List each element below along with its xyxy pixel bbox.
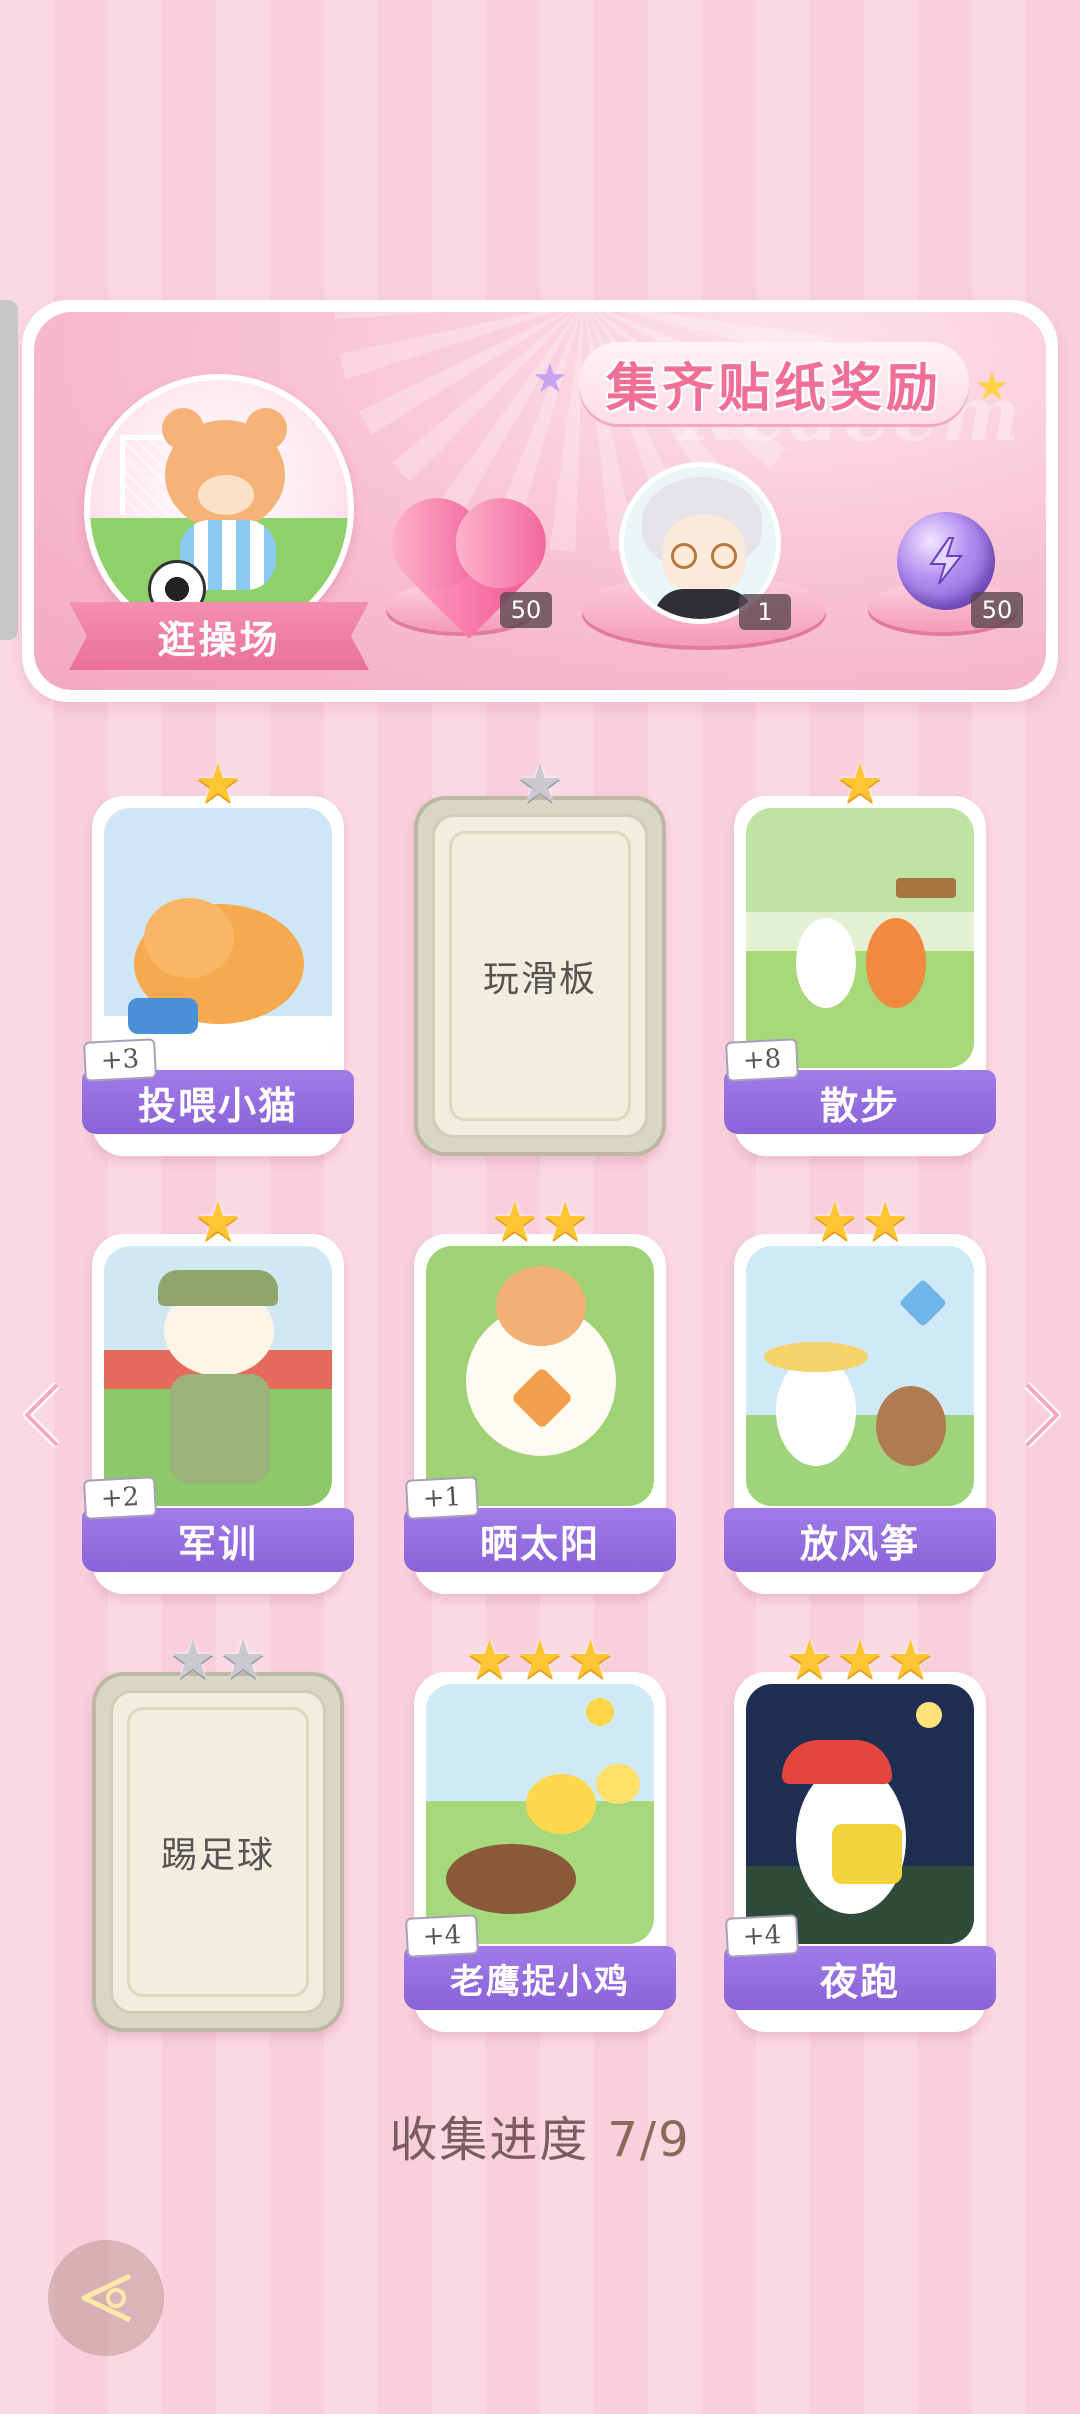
sparkle-star-icon: ★ — [974, 364, 1010, 410]
star-icon: ★ — [785, 1628, 834, 1691]
sticker-label: 放风筝 — [724, 1508, 996, 1572]
collection-reward-banner: Redeem ★ 集齐贴纸奖励 ★ 逛操场 50 — [22, 300, 1058, 702]
progress-value: 7/9 — [607, 2112, 691, 2168]
chick-icon — [526, 1774, 596, 1834]
sticker-label: 玩滑板 — [482, 959, 597, 1000]
star-icon: ★ — [490, 1190, 539, 1253]
sticker-card[interactable]: ★ +3 投喂小猫 — [82, 756, 354, 1156]
star-icon: ★ — [886, 1628, 935, 1691]
star-rating: ★ ★ — [734, 1194, 986, 1250]
star-icon: ★ — [193, 1190, 243, 1253]
star-icon: ★ — [835, 1628, 885, 1691]
eagle-icon — [446, 1844, 576, 1914]
sun-hat-icon — [764, 1342, 868, 1372]
sticker-card[interactable]: ★ ★ ★ +4 老鹰捉小鸡 — [404, 1632, 676, 2032]
star-icon: ★ — [168, 1628, 217, 1691]
star-rating: ★ — [92, 1194, 344, 1250]
sticker-art-walk — [746, 808, 974, 1068]
reward-character-avatar[interactable]: 1 — [619, 462, 819, 642]
sticker-bonus: +1 — [405, 1476, 479, 1520]
side-drawer-handle[interactable] — [0, 300, 18, 640]
star-rating: ★ ★ — [92, 1632, 344, 1688]
food-bowl-icon — [128, 998, 198, 1034]
bench-icon — [896, 878, 956, 898]
sticker-art-kite — [746, 1246, 974, 1506]
sticker-art-cat-eating — [104, 808, 332, 1068]
red-cap-icon — [782, 1740, 892, 1784]
star-rating: ★ ★ ★ — [734, 1632, 986, 1688]
star-rating: ★ — [734, 756, 986, 812]
military-cap-icon — [158, 1270, 278, 1306]
sticker-card[interactable]: ★ ★ ★ +4 夜跑 — [724, 1632, 996, 2032]
star-icon: ★ — [515, 752, 565, 815]
star-rating: ★ — [92, 756, 344, 812]
kite-icon — [898, 1278, 948, 1328]
sticker-bonus: +3 — [83, 1038, 157, 1082]
star-rating: ★ — [414, 756, 666, 812]
rabbit-icon — [776, 1356, 856, 1466]
sticker-card-locked[interactable]: ★ ★ 踢足球 — [92, 1632, 344, 2032]
glasses-icon — [664, 543, 744, 569]
reward-count: 1 — [739, 594, 791, 630]
reward-energy-orb[interactable]: 50 — [889, 512, 1023, 628]
star-icon: ★ — [541, 1190, 590, 1253]
sticker-label: 踢足球 — [160, 1835, 275, 1876]
fox-icon — [866, 918, 926, 1008]
sticker-card-locked[interactable]: ★ 玩滑板 — [414, 756, 666, 1156]
star-rating: ★ ★ — [414, 1194, 666, 1250]
banner-title: 集齐贴纸奖励 — [579, 342, 969, 424]
star-icon: ★ — [835, 752, 885, 815]
star-icon: ★ — [515, 1628, 565, 1691]
previous-page-arrow[interactable] — [14, 1375, 70, 1455]
progress-label: 收集进度 — [389, 2112, 590, 2168]
star-icon: ★ — [193, 752, 243, 815]
star-icon: ★ — [810, 1190, 859, 1253]
sticker-art-sunbathing-cat — [426, 1246, 654, 1506]
sticker-art-night-run — [746, 1684, 974, 1944]
rabbit-icon — [796, 918, 856, 1008]
location-ribbon[interactable]: 逛操场 — [69, 602, 369, 670]
star-rating: ★ ★ ★ — [414, 1632, 666, 1688]
reward-count: 50 — [500, 592, 552, 628]
back-arrow-icon — [81, 2273, 132, 2323]
reward-heart-gem[interactable]: 50 — [404, 511, 552, 639]
moon-icon — [916, 1702, 942, 1728]
back-button[interactable] — [48, 2240, 164, 2356]
sparkle-star-icon: ★ — [532, 356, 568, 402]
star-icon: ★ — [219, 1628, 268, 1691]
sun-icon — [586, 1698, 614, 1726]
sticker-bonus: +4 — [725, 1914, 799, 1958]
star-icon: ★ — [861, 1190, 910, 1253]
location-label: 逛操场 — [157, 617, 281, 662]
sticker-card[interactable]: ★ +2 军训 — [82, 1194, 354, 1594]
reward-count: 50 — [971, 592, 1023, 628]
sticker-art-military-cat — [104, 1246, 332, 1506]
jersey-icon — [832, 1824, 902, 1884]
dog-icon — [876, 1386, 946, 1466]
sticker-bonus: +4 — [405, 1914, 479, 1958]
sticker-bonus: +2 — [83, 1476, 157, 1520]
banner-background: Redeem ★ 集齐贴纸奖励 ★ 逛操场 50 — [34, 312, 1046, 690]
sticker-bonus: +8 — [725, 1038, 799, 1082]
sticker-card[interactable]: ★ ★ 放风筝 — [724, 1194, 996, 1594]
sticker-card[interactable]: ★ +8 散步 — [724, 756, 996, 1156]
star-icon: ★ — [566, 1628, 615, 1691]
sticker-art-eagle-chicks — [426, 1684, 654, 1944]
sticker-card[interactable]: ★ ★ +1 晒太阳 — [404, 1194, 676, 1594]
collection-progress: 收集进度 7/9 — [0, 2100, 1080, 2170]
next-page-arrow[interactable] — [1014, 1375, 1070, 1455]
star-icon: ★ — [465, 1628, 514, 1691]
